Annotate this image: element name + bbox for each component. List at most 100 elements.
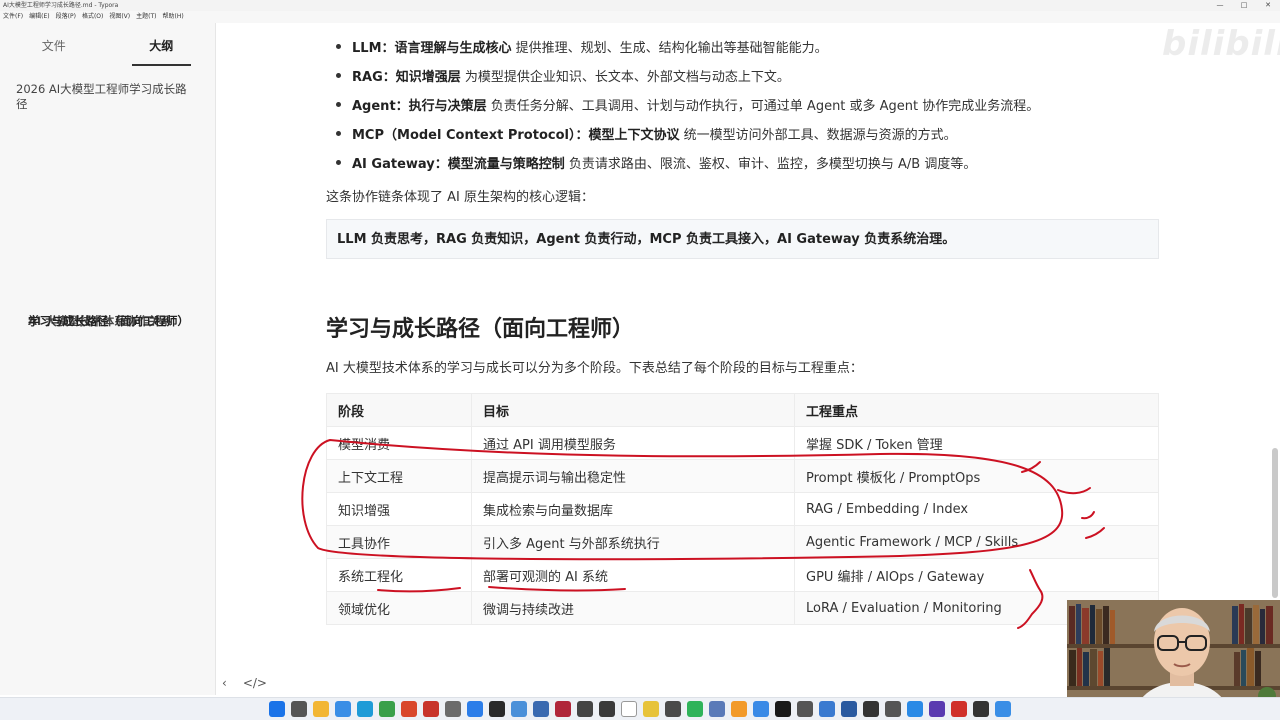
terminal-icon[interactable] — [489, 701, 505, 717]
sidebar: 文件 大纲 2026 AI大模型工程师学习成长路径 AI 大模型技术体系协作关系… — [0, 23, 216, 695]
table-row: 上下文工程 提高提示词与输出稳定性 Prompt 模板化 / PromptOps — [326, 459, 1159, 493]
list-item: Agent：执行与决策层 负责任务分解、工具调用、计划与动作执行，可通过单 Ag… — [335, 95, 1040, 114]
app-icon[interactable] — [335, 701, 351, 717]
header-goal: 目标 — [471, 393, 795, 427]
outline-item-learning-path[interactable]: 学习与成长路径（面向工程师） — [0, 311, 207, 333]
wechat-icon[interactable] — [687, 701, 703, 717]
menu-edit[interactable]: 编辑(E) — [29, 11, 49, 23]
app-icon[interactable] — [555, 701, 571, 717]
list-item-term: AI Gateway：模型流量与策略控制 — [352, 157, 565, 172]
table-cell: 部署可观测的 AI 系统 — [471, 558, 795, 592]
menu-bar: 文件(F) 编辑(E) 段落(P) 格式(O) 视图(V) 主题(T) 帮助(H… — [0, 11, 1280, 23]
list-item-term: LLM：语言理解与生成核心 — [352, 41, 512, 56]
app-icon[interactable] — [665, 701, 681, 717]
list-item-desc: 统一模型访问外部工具、数据源与资源的方式。 — [679, 128, 957, 143]
table-cell: GPU 编排 / AIOps / Gateway — [794, 558, 1159, 592]
search-icon[interactable] — [291, 701, 307, 717]
collapse-sidebar-icon[interactable]: ‹ — [222, 676, 227, 690]
table-cell: 领域优化 — [326, 591, 472, 625]
app-icon[interactable] — [379, 701, 395, 717]
header-stage: 阶段 — [326, 393, 472, 427]
table-cell: 上下文工程 — [326, 459, 472, 493]
table-header-row: 阶段 目标 工程重点 — [326, 393, 1159, 427]
table-cell: Agentic Framework / MCP / Skills — [794, 525, 1159, 559]
window-controls: — □ ✕ — [1208, 0, 1280, 11]
menu-file[interactable]: 文件(F) — [3, 11, 23, 23]
file-explorer-icon[interactable] — [313, 701, 329, 717]
scrollbar[interactable] — [1272, 448, 1278, 598]
table-row: 工具协作 引入多 Agent 与外部系统执行 Agentic Framework… — [326, 525, 1159, 559]
app-icon[interactable] — [973, 701, 989, 717]
list-item-desc: 负责请求路由、限流、鉴权、审计、监控，多模型切换与 A/B 调度等。 — [564, 157, 977, 172]
outline-list: 2026 AI大模型工程师学习成长路径 AI 大模型技术体系协作关系 学习与成长… — [0, 63, 215, 328]
outline-item-title[interactable]: 2026 AI大模型工程师学习成长路径 — [0, 79, 215, 116]
app-icon[interactable] — [599, 701, 615, 717]
app-icon[interactable] — [995, 701, 1011, 717]
menu-paragraph[interactable]: 段落(P) — [56, 11, 76, 23]
menu-help[interactable]: 帮助(H) — [163, 11, 184, 23]
list-item-desc: 为模型提供企业知识、长文本、外部文档与动态上下文。 — [460, 70, 790, 85]
app-icon[interactable] — [511, 701, 527, 717]
sidebar-footer: ‹ </> — [222, 676, 267, 690]
section-heading: 学习与成长路径（面向工程师） — [326, 317, 635, 342]
table-cell: 掌握 SDK / Token 管理 — [794, 426, 1159, 460]
typora-icon[interactable] — [621, 701, 637, 717]
source-code-mode-icon[interactable]: </> — [243, 676, 267, 690]
table-row: 领域优化 微调与持续改进 LoRA / Evaluation / Monitor… — [326, 591, 1159, 625]
app-icon[interactable] — [907, 701, 923, 717]
table-row: 模型消费 通过 API 调用模型服务 掌握 SDK / Token 管理 — [326, 426, 1159, 460]
windows-start-icon[interactable] — [269, 701, 285, 717]
app-icon[interactable] — [863, 701, 879, 717]
table-cell: 通过 API 调用模型服务 — [471, 426, 795, 460]
app-icon[interactable] — [797, 701, 813, 717]
taskbar — [0, 697, 1280, 720]
intro-paragraph: AI 大模型技术体系的学习与成长可以分为多个阶段。下表总结了每个阶段的目标与工程… — [326, 361, 863, 376]
app-icon[interactable] — [445, 701, 461, 717]
list-item-desc: 提供推理、规划、生成、结构化输出等基础智能能力。 — [511, 41, 828, 56]
app-icon[interactable] — [775, 701, 791, 717]
app-icon[interactable] — [643, 701, 659, 717]
app-icon[interactable] — [577, 701, 593, 717]
vscode-icon[interactable] — [467, 701, 483, 717]
stage-table: 阶段 目标 工程重点 模型消费 通过 API 调用模型服务 掌握 SDK / T… — [326, 393, 1159, 625]
app-icon[interactable] — [819, 701, 835, 717]
list-item: RAG：知识增强层 为模型提供企业知识、长文本、外部文档与动态上下文。 — [336, 66, 790, 85]
list-item-term: Agent：执行与决策层 — [352, 99, 487, 114]
app-icon[interactable] — [929, 701, 945, 717]
list-item-term: RAG：知识增强层 — [352, 70, 461, 85]
bilibili-watermark: bilibili — [1162, 24, 1280, 64]
app-icon[interactable] — [533, 701, 549, 717]
menu-theme[interactable]: 主题(T) — [136, 11, 156, 23]
menu-view[interactable]: 视图(V) — [109, 11, 130, 23]
list-item-desc: 负责任务分解、工具调用、计划与动作执行，可通过单 Agent 或多 Agent … — [486, 99, 1040, 114]
table-cell: 工具协作 — [326, 525, 472, 559]
header-focus: 工程重点 — [794, 393, 1159, 427]
app-icon[interactable] — [951, 701, 967, 717]
tab-outline[interactable]: 大纲 — [108, 23, 216, 66]
menu-format[interactable]: 格式(O) — [82, 11, 103, 23]
table-cell: 模型消费 — [326, 426, 472, 460]
app-icon[interactable] — [753, 701, 769, 717]
app-icon[interactable] — [731, 701, 747, 717]
table-cell: 微调与持续改进 — [471, 591, 795, 625]
list-item: MCP（Model Context Protocol）：模型上下文协议 统一模型… — [336, 124, 957, 143]
list-item: LLM：语言理解与生成核心 提供推理、规划、生成、结构化输出等基础智能能力。 — [336, 37, 828, 56]
wps-icon[interactable] — [423, 701, 439, 717]
window-title-bar: AI大模型工程师学习成长路径.md - Typora — □ ✕ — [0, 0, 1280, 11]
app-icon[interactable] — [841, 701, 857, 717]
table-cell: 系统工程化 — [326, 558, 472, 592]
list-item: AI Gateway：模型流量与策略控制 负责请求路由、限流、鉴权、审计、监控，… — [335, 153, 977, 172]
app-icon[interactable] — [709, 701, 725, 717]
minimize-button[interactable]: — — [1208, 0, 1232, 11]
app-icon[interactable] — [885, 701, 901, 717]
table-row: 系统工程化 部署可观测的 AI 系统 GPU 编排 / AIOps / Gate… — [326, 558, 1159, 592]
close-button[interactable]: ✕ — [1256, 0, 1280, 11]
tab-files[interactable]: 文件 — [0, 23, 108, 63]
window-title: AI大模型工程师学习成长路径.md - Typora — [3, 2, 119, 9]
edge-browser-icon[interactable] — [357, 701, 373, 717]
summary-paragraph: 这条协作链条体现了 AI 原生架构的核心逻辑： — [326, 190, 594, 205]
table-cell: Prompt 模板化 / PromptOps — [794, 459, 1159, 493]
maximize-button[interactable]: □ — [1232, 0, 1256, 11]
table-cell: RAG / Embedding / Index — [794, 492, 1159, 526]
chrome-icon[interactable] — [401, 701, 417, 717]
